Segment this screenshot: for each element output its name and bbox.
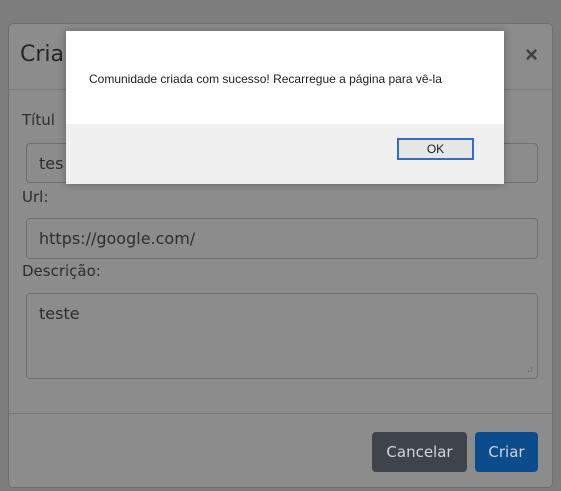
modal-footer: Cancelar Criar: [9, 413, 552, 488]
close-icon[interactable]: ×: [525, 42, 538, 68]
url-input[interactable]: https://google.com/: [26, 218, 538, 259]
url-input-value: https://google.com/: [39, 229, 196, 248]
cancel-button[interactable]: Cancelar: [372, 432, 467, 472]
description-textarea-value: teste: [39, 304, 80, 323]
create-button[interactable]: Criar: [475, 432, 538, 472]
modal-title: Cria: [20, 42, 64, 67]
ok-button[interactable]: OK: [397, 138, 474, 160]
title-input-value: tes: [39, 154, 64, 173]
resize-handle-icon[interactable]: .:: [527, 366, 533, 375]
url-label: Url:: [22, 188, 49, 206]
alert-message: Comunidade criada com sucesso! Recarregu…: [89, 72, 442, 86]
alert-footer: OK: [66, 124, 504, 184]
description-label: Descrição:: [22, 262, 101, 280]
title-label: Títul: [22, 111, 55, 129]
description-textarea[interactable]: teste .:: [26, 293, 538, 379]
alert-dialog: Comunidade criada com sucesso! Recarregu…: [66, 31, 504, 184]
